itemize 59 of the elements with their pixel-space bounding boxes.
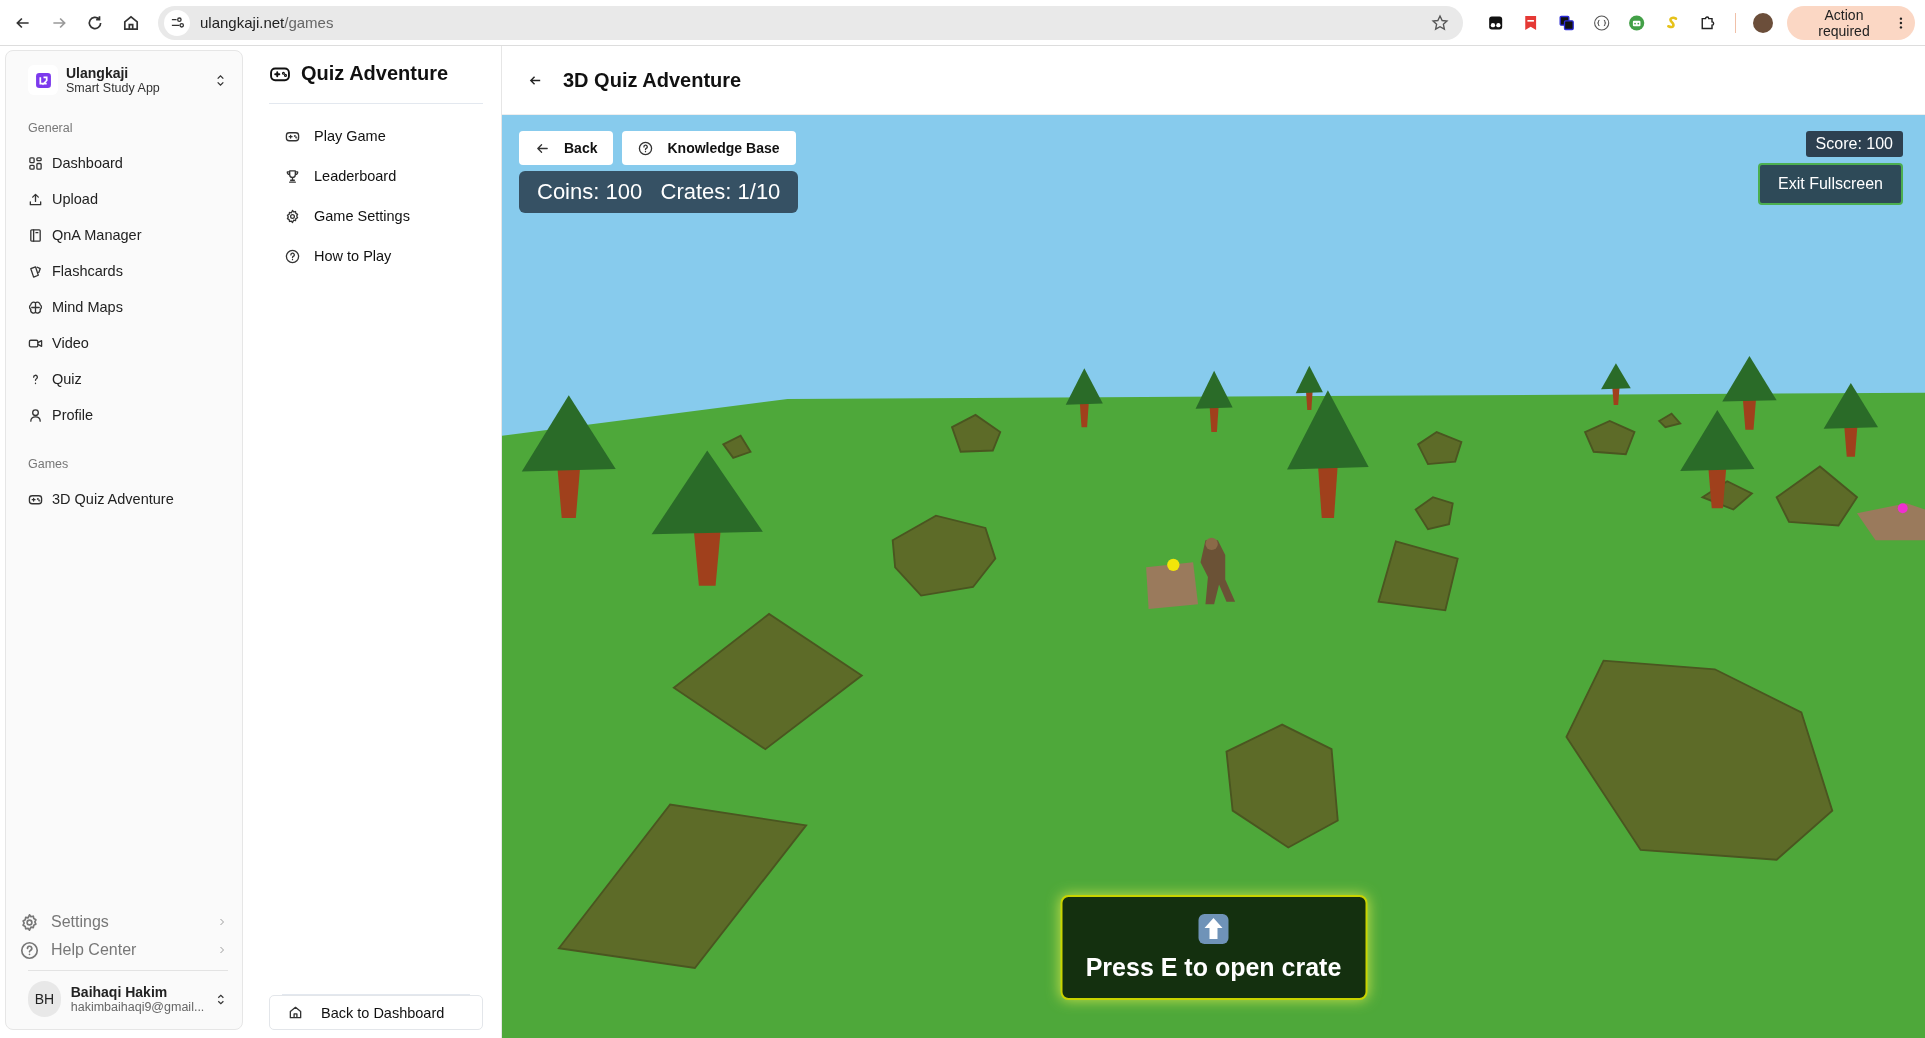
robot-icon[interactable] <box>1628 13 1646 32</box>
sidebar-item[interactable]: Profile <box>28 397 228 433</box>
sidebar-item[interactable]: Settings <box>6 908 242 936</box>
knowledge-base-button[interactable]: Knowledge Base <box>622 131 796 165</box>
star-icon[interactable] <box>1431 13 1449 32</box>
stats-panel: Coins: 100 Crates: 1/10 <box>519 171 799 213</box>
back-to-dashboard-button[interactable]: Back to Dashboard <box>269 995 483 1030</box>
menu-item[interactable]: How to Play <box>285 236 483 276</box>
user-icon <box>28 407 43 423</box>
sidebar-item[interactable]: Upload <box>28 181 228 217</box>
puzzle-icon[interactable] <box>1699 13 1717 32</box>
sidebar-item[interactable]: Flashcards <box>28 253 228 289</box>
grid-icon <box>28 155 43 171</box>
user-name: Baihaqi Hakim <box>70 984 169 1000</box>
reload-icon[interactable] <box>86 13 104 32</box>
cards-icon <box>28 263 43 279</box>
menu-item[interactable]: Play Game <box>285 116 483 156</box>
app-name: Ulangkaji <box>66 65 130 81</box>
code-braces-icon[interactable] <box>1593 13 1611 32</box>
trophy-icon <box>285 168 300 184</box>
app-subtitle: Smart Study App <box>66 81 161 95</box>
home-icon[interactable] <box>122 13 140 32</box>
user-email: hakimbaihaqi9@gmail... <box>70 1000 205 1014</box>
sidebar-item[interactable]: 3D Quiz Adventure <box>28 481 228 517</box>
help-icon <box>20 940 39 960</box>
url-text: ulangkaji.net/games <box>200 14 335 31</box>
settings-icon <box>285 208 300 224</box>
menu-item[interactable]: Leaderboard <box>285 156 483 196</box>
sidebar-item[interactable]: Quiz <box>28 361 228 397</box>
home-icon <box>288 1005 303 1020</box>
profile-avatar[interactable] <box>1753 12 1773 33</box>
page-title: 3D Quiz Adventure <box>563 68 742 92</box>
overlapping-squares-icon[interactable] <box>1557 13 1576 32</box>
sidebar-item[interactable]: Video <box>28 325 228 361</box>
settings-icon <box>20 912 39 932</box>
extension-icon[interactable] <box>1487 13 1505 32</box>
site-settings-icon[interactable] <box>164 9 190 36</box>
menu-item[interactable]: Game Settings <box>285 196 483 236</box>
sidebar-item[interactable]: Help Center <box>6 936 242 964</box>
back-button[interactable]: Back <box>519 131 614 165</box>
score-badge: Score: 100 <box>1805 131 1903 157</box>
sidebar-item[interactable]: Mind Maps <box>28 289 228 325</box>
address-bar[interactable]: ulangkaji.net/games <box>158 5 1463 40</box>
user-avatar: BH <box>28 981 61 1017</box>
help-icon <box>285 248 300 264</box>
brain-icon <box>28 299 43 315</box>
sidebar-item[interactable]: Dashboard <box>28 145 228 181</box>
help-icon <box>638 140 654 156</box>
section-heading: Games <box>28 457 70 471</box>
exit-fullscreen-button[interactable]: Exit Fullscreen <box>1758 163 1903 205</box>
sidebar-item[interactable]: QnA Manager <box>28 217 228 253</box>
more-icon[interactable] <box>1899 15 1904 30</box>
panel-title: Quiz Adventure <box>301 62 449 85</box>
prompt-text: Press E to open crate <box>1085 953 1342 982</box>
action-required-button[interactable]: Action required <box>1786 5 1916 40</box>
section-heading: General <box>28 121 74 135</box>
notebook-icon <box>28 227 43 243</box>
upload-icon <box>28 191 43 207</box>
app-logo <box>28 65 58 95</box>
